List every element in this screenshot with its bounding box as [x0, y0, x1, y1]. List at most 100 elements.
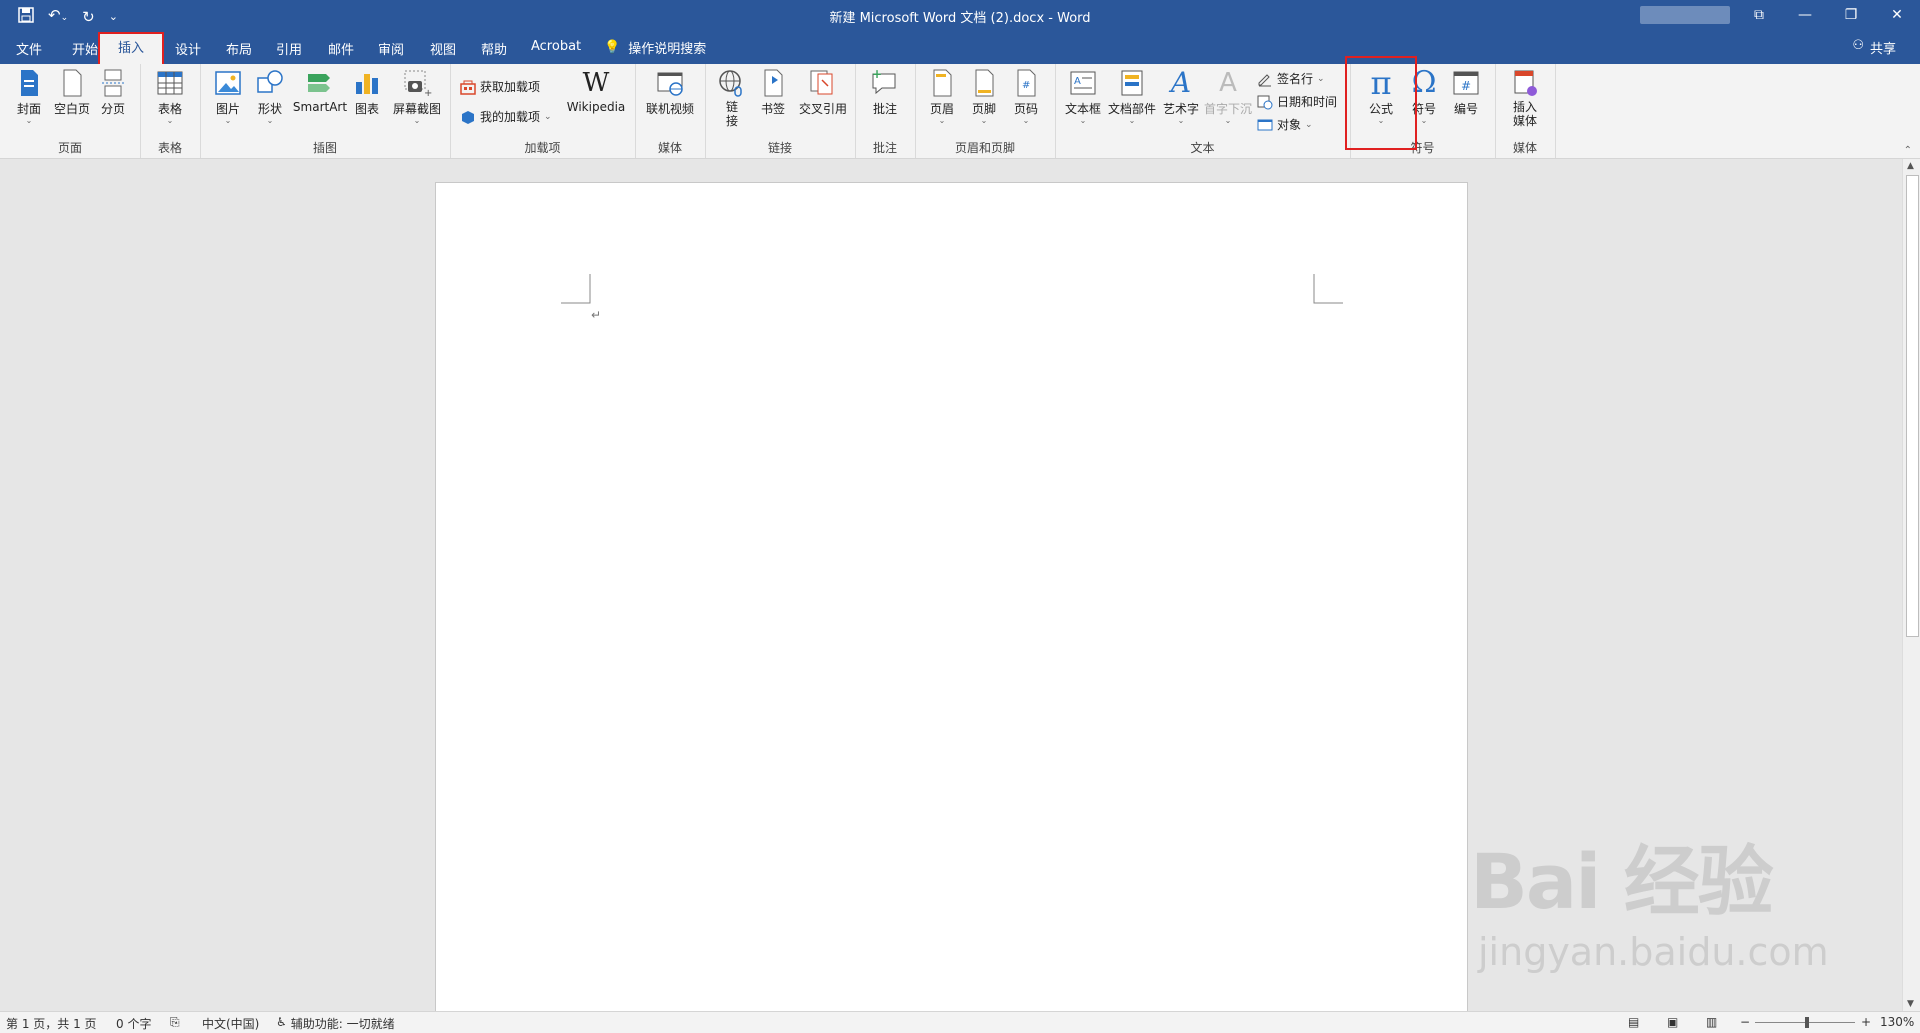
share-button[interactable]: ⚇ 共享	[1852, 38, 1896, 57]
group-pages: 封面 ⌄ 空白页 分页 页面	[0, 64, 141, 158]
signature-line-button[interactable]: 签名行 ⌄	[1257, 70, 1325, 87]
group-label-tables: 表格	[157, 141, 182, 155]
chart-icon	[356, 74, 378, 94]
shapes-button[interactable]: 形状 ⌄	[252, 68, 288, 125]
tab-view[interactable]: 视图	[430, 39, 456, 58]
object-icon	[1257, 119, 1273, 130]
cross-reference-button[interactable]: 交叉引用	[795, 68, 851, 117]
tab-design[interactable]: 设计	[175, 39, 201, 58]
date-time-button[interactable]: 日期和时间	[1257, 93, 1337, 110]
tab-insert[interactable]: 插入	[97, 32, 165, 66]
tab-mailings[interactable]: 邮件	[328, 39, 354, 58]
number-button[interactable]: # 编号	[1446, 68, 1486, 117]
signature-line-icon	[1258, 73, 1271, 86]
scroll-up-icon[interactable]: ▲	[1907, 161, 1914, 171]
group-links: 链 接 书签 交叉引用 链接	[705, 64, 856, 158]
footer-button[interactable]: 页脚 ⌄	[965, 68, 1003, 125]
chart-button[interactable]: 图表	[350, 68, 384, 117]
title-bar: ↶⌄ ↻ ⌄ 新建 Microsoft Word 文档 (2).docx - W…	[0, 0, 1920, 30]
tab-help[interactable]: 帮助	[481, 39, 507, 58]
get-addins-button[interactable]: 获取加载项	[460, 78, 540, 95]
table-icon	[157, 71, 183, 95]
smartart-button[interactable]: SmartArt	[292, 68, 348, 114]
tab-file[interactable]: 文件	[16, 39, 42, 58]
tab-references[interactable]: 引用	[276, 39, 302, 58]
group-tables: 表格 ⌄ 表格	[140, 64, 201, 158]
tab-home[interactable]: 开始	[72, 39, 98, 58]
scroll-down-icon[interactable]: ▼	[1907, 999, 1914, 1009]
bookmark-button[interactable]: 书签	[755, 68, 791, 117]
page-number-icon: #	[1017, 69, 1036, 97]
group-label-text: 文本	[1190, 141, 1215, 155]
person-icon: ⚇	[1852, 38, 1864, 53]
close-button[interactable]: ✕	[1874, 0, 1920, 30]
ribbon-insert: 封面 ⌄ 空白页 分页 页面 表格 ⌄ 表格 图片 ⌄ 形状 ⌄ SmartAr…	[0, 56, 1920, 159]
blank-page-icon	[63, 69, 82, 97]
watermark-sub: jingyan.baidu.com	[1478, 930, 1829, 974]
document-page[interactable]: ↵	[435, 182, 1468, 1013]
zoom-slider-thumb[interactable]	[1805, 1017, 1809, 1028]
word-count[interactable]: 0 个字	[116, 1015, 151, 1032]
page-count[interactable]: 第 1 页，共 1 页	[6, 1015, 97, 1032]
tab-layout[interactable]: 布局	[226, 39, 252, 58]
lightbulb-icon: 💡	[604, 40, 621, 55]
paragraph-mark: ↵	[591, 308, 602, 322]
wikipedia-button[interactable]: W Wikipedia	[562, 68, 630, 114]
accessibility-icon: ♿	[276, 1015, 287, 1029]
tab-acrobat[interactable]: Acrobat	[531, 39, 581, 54]
quick-parts-button[interactable]: 文档部件 ⌄	[1107, 68, 1157, 125]
object-button[interactable]: 对象 ⌄	[1257, 116, 1313, 133]
svg-text:#: #	[1022, 80, 1030, 91]
ribbon-display-options-icon[interactable]: ⧉	[1736, 0, 1782, 30]
group-header-footer: 页眉 ⌄ 页脚 ⌄ # 页码 ⌄ 页眉和页脚	[915, 64, 1056, 158]
pictures-button[interactable]: 图片 ⌄	[210, 68, 246, 125]
insert-media-button[interactable]: 插入 媒体	[1505, 68, 1545, 128]
scrollbar-thumb[interactable]	[1906, 175, 1919, 637]
shapes-icon	[257, 70, 283, 93]
textbox-button[interactable]: A 文本框 ⌄	[1063, 68, 1103, 125]
link-button[interactable]: 链 接	[715, 68, 749, 128]
zoom-level[interactable]: 130%	[1880, 1015, 1914, 1029]
proofing-icon[interactable]: ⎘	[170, 1015, 180, 1030]
collapse-ribbon-icon[interactable]: ⌃	[1904, 145, 1912, 156]
account-avatar[interactable]	[1640, 6, 1730, 24]
table-button[interactable]: 表格 ⌄	[152, 68, 188, 125]
page-break-icon	[102, 69, 124, 97]
comment-button[interactable]: + 批注	[865, 68, 905, 117]
wordart-button[interactable]: A 艺术字 ⌄	[1161, 68, 1201, 125]
tell-me-search[interactable]: 💡 操作说明搜索	[604, 38, 706, 57]
online-video-icon	[657, 72, 683, 96]
drop-cap-button[interactable]: A 首字下沉 ⌄	[1203, 68, 1253, 125]
store-icon	[460, 80, 476, 95]
my-addins-button[interactable]: 我的加载项 ⌄	[460, 108, 552, 125]
cover-page-button[interactable]: 封面 ⌄	[12, 68, 46, 125]
blank-page-button[interactable]: 空白页	[52, 68, 92, 117]
cross-reference-icon	[810, 70, 833, 95]
quick-parts-icon	[1121, 70, 1143, 96]
picture-icon	[215, 71, 241, 95]
minimize-button[interactable]: —	[1782, 0, 1828, 30]
online-video-button[interactable]: 联机视频	[643, 68, 697, 117]
zoom-out-button[interactable]: −	[1740, 1015, 1750, 1029]
zoom-in-button[interactable]: +	[1861, 1015, 1871, 1029]
svg-text:+: +	[424, 88, 432, 98]
vertical-scrollbar[interactable]: ▲ ▼	[1902, 159, 1920, 1011]
smartart-icon	[308, 74, 330, 92]
read-mode-icon[interactable]: ▤	[1628, 1015, 1639, 1029]
ribbon-tabs: 文件 开始 插入 设计 布局 引用 邮件 审阅 视图 帮助 Acrobat 💡 …	[0, 30, 1920, 66]
header-button[interactable]: 页眉 ⌄	[923, 68, 961, 125]
web-layout-icon[interactable]: ▥	[1706, 1015, 1717, 1029]
baidu-watermark: Bai 经验 jingyan.baidu.com	[1470, 820, 1829, 974]
page-number-button[interactable]: # 页码 ⌄	[1007, 68, 1045, 125]
svg-text:#: #	[1461, 79, 1471, 93]
restore-button[interactable]: ❐	[1828, 0, 1874, 30]
insert-media-icon	[1514, 70, 1537, 96]
screenshot-button[interactable]: + 屏幕截图 ⌄	[390, 68, 444, 125]
print-layout-icon[interactable]: ▣	[1667, 1015, 1678, 1029]
crop-mark-top-left	[561, 274, 591, 304]
number-icon: #	[1453, 71, 1479, 95]
accessibility-status[interactable]: ♿ 辅助功能: 一切就绪	[276, 1015, 395, 1032]
page-break-button[interactable]: 分页	[96, 68, 130, 117]
language-indicator[interactable]: 中文(中国)	[202, 1015, 259, 1032]
tab-review[interactable]: 审阅	[378, 39, 404, 58]
